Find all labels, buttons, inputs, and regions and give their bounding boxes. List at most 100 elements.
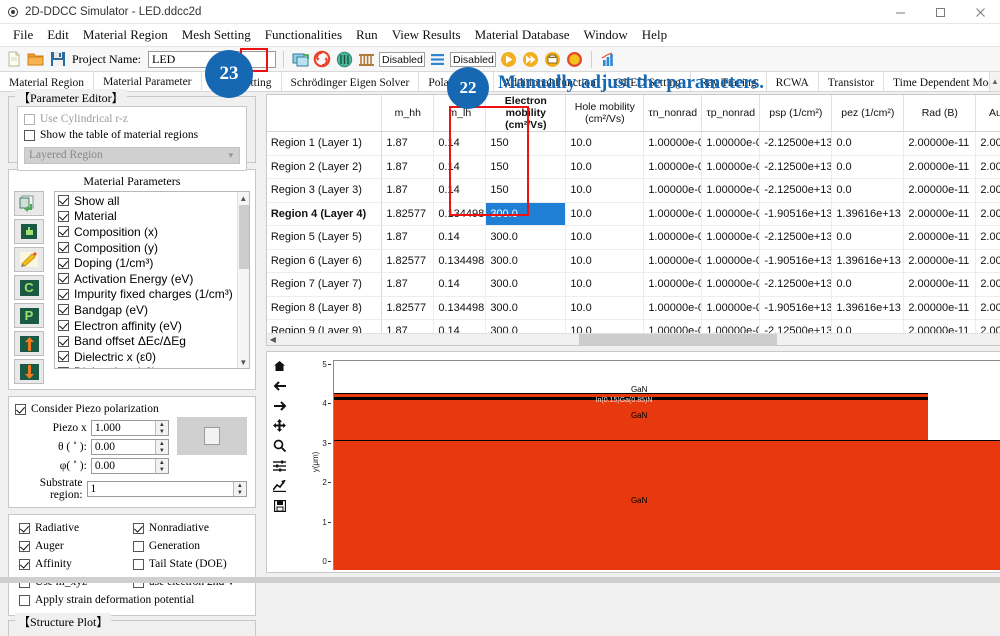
mesh-icon[interactable] (335, 50, 354, 69)
list-item[interactable]: Activation Energy (eV) (58, 271, 249, 287)
cell-tn[interactable]: 1.00000e-07 (643, 131, 703, 156)
cell-electron-mobility-selected[interactable]: 300.0 (485, 202, 567, 226)
col-tp-nonrad[interactable]: τp_nonrad (701, 95, 761, 132)
cell-region[interactable]: Region 1 (Layer 1) (266, 131, 383, 156)
list-item[interactable]: Composition (x) (58, 224, 249, 240)
cell-psp[interactable]: -2.12500e+13 (759, 131, 833, 156)
piezo-theta-stepper[interactable]: 0.00 ▲ ▼ (90, 439, 169, 455)
cell-tp[interactable]: 1.00000e-07 (701, 131, 761, 156)
move-down-icon[interactable] (14, 359, 44, 384)
cell-m-hh[interactable]: 1.87 (381, 272, 435, 297)
stepper-buttons[interactable]: ▲ ▼ (154, 421, 168, 435)
import-icon[interactable] (14, 191, 44, 216)
scroll-up-icon[interactable]: ▲ (238, 192, 249, 204)
scrollbar-track[interactable] (279, 334, 1000, 345)
cell-tn[interactable]: 1.00000e-07 (643, 178, 703, 203)
cell-rad[interactable]: 2.00000e-11 (903, 178, 977, 203)
cell-tp[interactable]: 1.00000e-07 (701, 202, 761, 226)
menu-mesh-setting[interactable]: Mesh Setting (175, 26, 258, 44)
menu-run[interactable]: Run (349, 26, 385, 44)
cell-rad[interactable]: 2.00000e-11 (903, 296, 977, 320)
save-icon[interactable] (48, 50, 67, 69)
tab-transistor[interactable]: Transistor (819, 72, 885, 91)
cell-region[interactable]: Region 6 (Layer 6) (266, 249, 383, 273)
material-parameter-table[interactable]: m_hh m_lh Electron mobility (cm²/Vs) Hol… (265, 94, 1000, 346)
table-row-selected[interactable]: Region 4 (Layer 4) 1.82577 0.134498 300.… (266, 202, 1000, 226)
structure-icon[interactable] (291, 50, 310, 69)
cell-tp[interactable]: 1.00000e-07 (701, 178, 761, 203)
table-row[interactable]: Region 8 (Layer 8) 1.82577 0.134498 300.… (266, 296, 1000, 320)
cell-m-hh[interactable]: 1.87 (381, 178, 435, 203)
cell-m-lh[interactable]: 0.134498 (433, 296, 487, 320)
cell-m-hh[interactable]: 1.82577 (381, 249, 435, 273)
scroll-down-icon[interactable]: ▼ (238, 356, 249, 368)
disabled-field-2[interactable]: Disabled (449, 51, 496, 67)
cell-rad[interactable]: 2.00000e-11 (903, 272, 977, 297)
zoom-icon[interactable] (272, 438, 288, 453)
cell-hole-mobility[interactable]: 10.0 (565, 202, 645, 226)
cell-m-hh[interactable]: 1.87 (381, 155, 435, 179)
list-scrollbar[interactable]: ▲ ▼ (236, 192, 249, 368)
cell-tp[interactable]: 1.00000e-07 (701, 296, 761, 320)
consider-piezo-checkbox[interactable]: Consider Piezo polarization (15, 401, 247, 417)
cell-electron-mobility[interactable]: 300.0 (485, 249, 567, 273)
c-letter-icon[interactable]: C (14, 275, 44, 300)
cell-pez[interactable]: 0.0 (831, 178, 905, 203)
cell-tn[interactable]: 1.00000e-07 (643, 296, 703, 320)
cell-m-hh[interactable]: 1.82577 (381, 296, 435, 320)
list-item[interactable]: Band offset ΔEc/ΔEg (58, 333, 249, 349)
cell-pez[interactable]: 0.0 (831, 225, 905, 250)
table-row[interactable]: Region 5 (Layer 5) 1.87 0.14 300.0 10.0 … (266, 225, 1000, 250)
cell-auger[interactable]: 2.00000e-3 (975, 178, 1000, 203)
option-affinity[interactable]: Affinity (19, 556, 133, 572)
col-hole-mobility[interactable]: Hole mobility (cm²/Vs) (565, 95, 645, 132)
scrollbar-thumb[interactable] (238, 205, 249, 269)
stepper-buttons[interactable]: ▲ ▼ (154, 440, 168, 454)
tab-scroll-up-icon[interactable]: ▲ (989, 72, 1000, 91)
cell-electron-mobility[interactable]: 300.0 (485, 225, 567, 250)
menu-edit[interactable]: Edit (40, 26, 76, 44)
table-horizontal-scrollbar[interactable]: ◀ ▶ (266, 333, 1000, 345)
col-auger-c[interactable]: Auger (C) (975, 95, 1000, 132)
list-item[interactable]: Material (58, 209, 249, 225)
cell-auger[interactable]: 2.00000e-3 (975, 249, 1000, 273)
cell-hole-mobility[interactable]: 10.0 (565, 178, 645, 203)
cell-psp[interactable]: -2.12500e+13 (759, 178, 833, 203)
stepper-buttons[interactable]: ▲ ▼ (232, 482, 246, 496)
cell-region[interactable]: Region 8 (Layer 8) (266, 296, 383, 320)
cell-m-lh[interactable]: 0.14 (433, 225, 487, 250)
cell-auger[interactable]: 2.00000e-3 (975, 225, 1000, 250)
back-arrow-icon[interactable] (272, 378, 288, 393)
list-item[interactable]: Impurity fixed charges (1/cm³) (58, 287, 249, 303)
menu-help[interactable]: Help (635, 26, 674, 44)
list-item[interactable]: Dielectric y (ε0) (58, 365, 249, 368)
cell-pez[interactable]: 1.39616e+13 (831, 249, 905, 273)
cell-psp[interactable]: -1.90516e+13 (759, 296, 833, 320)
col-region[interactable] (266, 95, 383, 132)
edit-curves-icon[interactable] (272, 478, 288, 493)
cell-auger[interactable]: 2.00000e-3 (975, 155, 1000, 179)
cell-electron-mobility[interactable]: 300.0 (485, 296, 567, 320)
scrollbar-thumb[interactable] (578, 334, 777, 345)
cell-hole-mobility[interactable]: 10.0 (565, 131, 645, 156)
cell-electron-mobility[interactable]: 300.0 (485, 272, 567, 297)
run-icon[interactable] (499, 50, 518, 69)
list-item[interactable]: Composition (y) (58, 240, 249, 256)
menu-file[interactable]: File (6, 26, 40, 44)
cell-rad[interactable]: 2.00000e-11 (903, 249, 977, 273)
close-icon[interactable] (960, 0, 1000, 24)
cell-region[interactable]: Region 5 (Layer 5) (266, 225, 383, 250)
home-icon[interactable] (272, 358, 288, 373)
cell-pez[interactable]: 0.0 (831, 272, 905, 297)
table-row[interactable]: Region 7 (Layer 7) 1.87 0.14 300.0 10.0 … (266, 272, 1000, 297)
col-m-hh[interactable]: m_hh (381, 95, 435, 132)
disabled-field-1[interactable]: Disabled (378, 51, 425, 67)
p-letter-icon[interactable]: P (14, 303, 44, 328)
cell-hole-mobility[interactable]: 10.0 (565, 249, 645, 273)
cell-auger[interactable]: 2.00000e-3 (975, 131, 1000, 156)
option-tail-state[interactable]: Tail State (DOE) (132, 556, 247, 572)
configure-subplots-icon[interactable] (272, 458, 288, 473)
forward-arrow-icon[interactable] (272, 398, 288, 413)
show-table-checkbox[interactable]: Show the table of material regions (24, 127, 240, 143)
cell-m-lh[interactable]: 0.134498 (433, 249, 487, 273)
